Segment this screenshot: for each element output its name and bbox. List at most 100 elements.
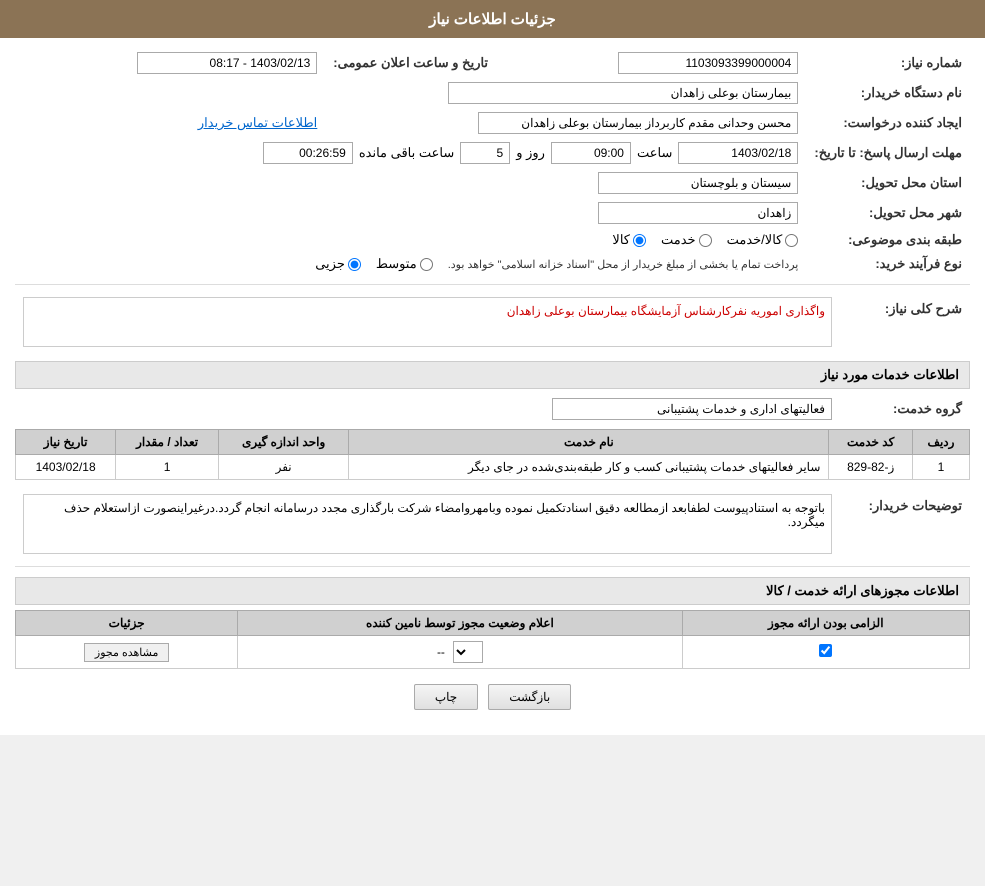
city-input xyxy=(598,202,798,224)
deadline-value: ساعت باقی مانده روز و ساعت xyxy=(15,138,806,168)
permit-required-checkbox[interactable] xyxy=(819,644,832,657)
need-number-value xyxy=(496,48,806,78)
category-kala-khedmat-radio[interactable] xyxy=(785,234,798,247)
need-number-row: شماره نیاز: تاریخ و ساعت اعلان عمومی: xyxy=(15,48,970,78)
remain-label: ساعت باقی مانده xyxy=(359,145,454,161)
province-value xyxy=(15,168,806,198)
permit-col-status: اعلام وضعیت مجوز توسط نامین کننده xyxy=(238,611,682,636)
permit-status-value: -- xyxy=(437,645,445,659)
category-khedmat-radio[interactable] xyxy=(699,234,712,247)
services-table: ردیف کد خدمت نام خدمت واحد اندازه گیری ت… xyxy=(15,429,970,480)
permits-table: الزامی بودن ارائه مجوز اعلام وضعیت مجوز … xyxy=(15,610,970,669)
permit-col-details: جزئیات xyxy=(16,611,238,636)
province-row: استان محل تحویل: xyxy=(15,168,970,198)
deadline-row: مهلت ارسال پاسخ: تا تاریخ: ساعت باقی مان… xyxy=(15,138,970,168)
col-date: تاریخ نیاز xyxy=(16,430,116,455)
purchase-motavasset-radio[interactable] xyxy=(420,258,433,271)
creator-label: ایجاد کننده درخواست: xyxy=(806,108,970,138)
purchase-motavasset-text: متوسط xyxy=(376,256,417,272)
purchase-jazee-radio[interactable] xyxy=(348,258,361,271)
row-unit: نفر xyxy=(218,455,348,480)
needs-label: شرح کلی نیاز: xyxy=(840,293,970,351)
city-label: شهر محل تحویل: xyxy=(806,198,970,228)
contact-info-link[interactable]: اطلاعات تماس خریدار xyxy=(198,115,317,130)
divider-2 xyxy=(15,566,970,567)
buyer-desc-cell: باتوجه به استنادپیوست لطفابعد ازمطالعه د… xyxy=(15,490,840,558)
category-kala-khedmat-label[interactable]: کالا/خدمت xyxy=(727,232,799,248)
page-header: جزئیات اطلاعات نیاز xyxy=(0,0,985,38)
permits-tbody: ▼ -- مشاهده مجوز xyxy=(16,636,970,669)
row-code: ز-82-829 xyxy=(829,455,913,480)
city-value xyxy=(15,198,806,228)
col-unit: واحد اندازه گیری xyxy=(218,430,348,455)
days-label: روز و xyxy=(516,145,545,161)
purchase-type-value: پرداخت تمام یا بخشی از مبلغ خریدار از مح… xyxy=(15,252,806,276)
needs-desc-text: واگذاری اموریه نفرکارشناس آزمایشگاه بیما… xyxy=(507,304,825,318)
purchase-motavasset-label[interactable]: متوسط xyxy=(376,256,433,272)
col-code: کد خدمت xyxy=(829,430,913,455)
service-group-input xyxy=(552,398,832,420)
buyer-desc-table: توضیحات خریدار: باتوجه به استنادپیوست لط… xyxy=(15,490,970,558)
page-wrapper: جزئیات اطلاعات نیاز شماره نیاز: تاریخ و … xyxy=(0,0,985,735)
view-permit-button[interactable]: مشاهده مجوز xyxy=(84,643,169,662)
service-group-label: گروه خدمت: xyxy=(840,394,970,424)
table-row: 1 ز-82-829 سایر فعالیتهای خدمات پشتیبانی… xyxy=(16,455,970,480)
print-button[interactable]: چاپ xyxy=(414,684,478,710)
remain-time-input xyxy=(263,142,353,164)
category-khedmat-text: خدمت xyxy=(661,232,696,248)
permit-details-cell: مشاهده مجوز xyxy=(16,636,238,669)
permits-section-title: اطلاعات مجوزهای ارائه خدمت / کالا xyxy=(15,577,970,605)
buyer-org-label: نام دستگاه خریدار: xyxy=(806,78,970,108)
category-kala-text: کالا xyxy=(612,232,630,248)
services-thead: ردیف کد خدمت نام خدمت واحد اندازه گیری ت… xyxy=(16,430,970,455)
deadline-date-input xyxy=(678,142,798,164)
category-kala-radio[interactable] xyxy=(633,234,646,247)
divider-1 xyxy=(15,284,970,285)
days-input xyxy=(460,142,510,164)
buyer-desc-label: توضیحات خریدار: xyxy=(840,490,970,558)
city-row: شهر محل تحویل: xyxy=(15,198,970,228)
permit-required-cell xyxy=(682,636,969,669)
row-radif: 1 xyxy=(912,455,969,480)
purchase-type-desc: پرداخت تمام یا بخشی از مبلغ خریدار از مح… xyxy=(448,258,799,271)
category-value: کالا/خدمت خدمت کالا xyxy=(15,228,806,252)
services-tbody: 1 ز-82-829 سایر فعالیتهای خدمات پشتیبانی… xyxy=(16,455,970,480)
announce-date-label: تاریخ و ساعت اعلان عمومی: xyxy=(325,48,496,78)
creator-value xyxy=(325,108,806,138)
back-button[interactable]: بازگشت xyxy=(488,684,571,710)
buyer-org-row: نام دستگاه خریدار: xyxy=(15,78,970,108)
time-label: ساعت xyxy=(637,145,672,161)
permits-header-row: الزامی بودن ارائه مجوز اعلام وضعیت مجوز … xyxy=(16,611,970,636)
needs-table: شرح کلی نیاز: واگذاری اموریه نفرکارشناس … xyxy=(15,293,970,351)
permit-status-select[interactable]: ▼ xyxy=(453,641,483,663)
col-name: نام خدمت xyxy=(349,430,829,455)
buyer-org-input xyxy=(448,82,798,104)
page-title: جزئیات اطلاعات نیاز xyxy=(429,11,556,28)
needs-row: شرح کلی نیاز: واگذاری اموریه نفرکارشناس … xyxy=(15,293,970,351)
purchase-jazee-text: جزیی xyxy=(315,256,345,272)
category-khedmat-label[interactable]: خدمت xyxy=(661,232,712,248)
purchase-jazee-label[interactable]: جزیی xyxy=(315,256,361,272)
col-qty: تعداد / مقدار xyxy=(116,430,219,455)
province-input xyxy=(598,172,798,194)
services-section-title: اطلاعات خدمات مورد نیاز xyxy=(15,361,970,389)
permit-row: ▼ -- مشاهده مجوز xyxy=(16,636,970,669)
buyer-desc-text: باتوجه به استنادپیوست لطفابعد ازمطالعه د… xyxy=(64,501,825,529)
purchase-type-row: نوع فرآیند خرید: پرداخت تمام یا بخشی از … xyxy=(15,252,970,276)
buyer-desc-box: باتوجه به استنادپیوست لطفابعد ازمطالعه د… xyxy=(23,494,832,554)
creator-row: ایجاد کننده درخواست: اطلاعات تماس خریدار xyxy=(15,108,970,138)
row-name: سایر فعالیتهای خدمات پشتیبانی کسب و کار … xyxy=(349,455,829,480)
service-group-table: گروه خدمت: xyxy=(15,394,970,424)
row-qty: 1 xyxy=(116,455,219,480)
creator-input xyxy=(478,112,798,134)
permit-col-required: الزامی بودن ارائه مجوز xyxy=(682,611,969,636)
category-label: طبقه بندی موضوعی: xyxy=(806,228,970,252)
buyer-desc-row: توضیحات خریدار: باتوجه به استنادپیوست لط… xyxy=(15,490,970,558)
needs-desc-box: واگذاری اموریه نفرکارشناس آزمایشگاه بیما… xyxy=(23,297,832,347)
footer-buttons: بازگشت چاپ xyxy=(15,684,970,710)
province-label: استان محل تحویل: xyxy=(806,168,970,198)
permit-status-cell: ▼ -- xyxy=(238,636,682,669)
category-kala-label[interactable]: کالا xyxy=(612,232,646,248)
purchase-type-label: نوع فرآیند خرید: xyxy=(806,252,970,276)
col-radif: ردیف xyxy=(912,430,969,455)
